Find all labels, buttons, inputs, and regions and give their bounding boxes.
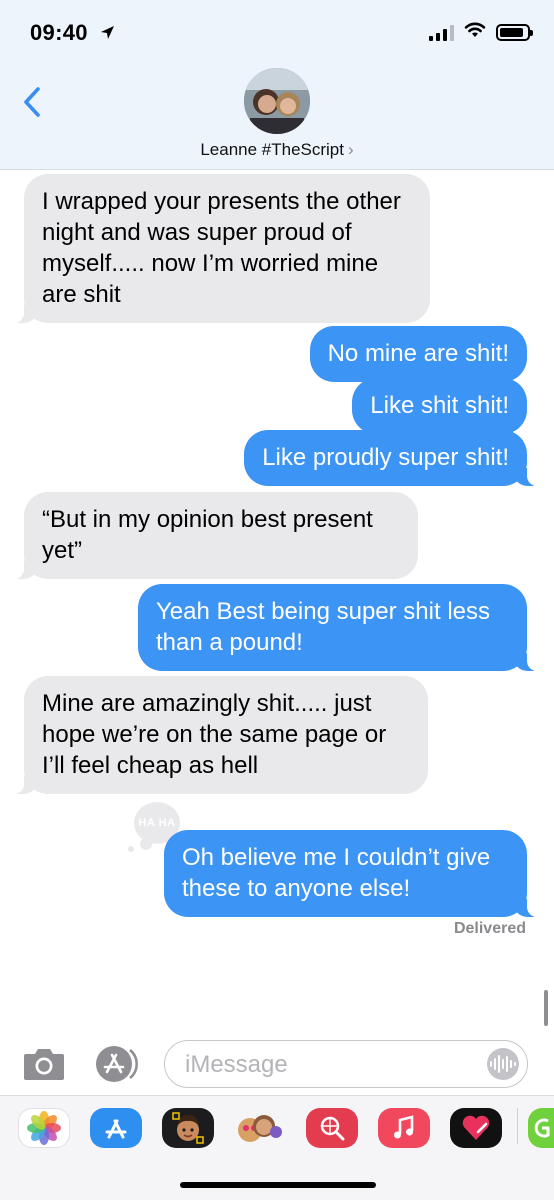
message-text: I wrapped your presents the other night … bbox=[42, 188, 401, 308]
message-text: Mine are amazingly shit..... just hope w… bbox=[42, 690, 387, 779]
status-time-text: 09:40 bbox=[30, 20, 88, 45]
app-store-icon[interactable] bbox=[90, 1108, 142, 1148]
message-outgoing[interactable]: Yeah Best being super shit less than a p… bbox=[138, 584, 539, 671]
message-outgoing[interactable]: Like shit shit! bbox=[352, 378, 527, 434]
camera-button[interactable] bbox=[22, 1046, 66, 1082]
message-text: No mine are shit! bbox=[327, 340, 509, 367]
message-text: Yeah Best being super shit less than a p… bbox=[156, 598, 490, 656]
audio-message-button[interactable] bbox=[487, 1048, 519, 1080]
web-search-icon[interactable] bbox=[306, 1108, 358, 1148]
home-indicator[interactable] bbox=[180, 1182, 376, 1188]
delivery-status: Delivered bbox=[453, 920, 526, 937]
wifi-icon bbox=[464, 22, 486, 43]
message-input-placeholder: iMessage bbox=[185, 1051, 288, 1078]
contact-name: Leanne #TheScript bbox=[200, 140, 344, 159]
contact-avatar[interactable] bbox=[244, 68, 310, 134]
signal-icon bbox=[429, 24, 454, 41]
message-input[interactable]: iMessage bbox=[164, 1040, 528, 1088]
memoji-icon[interactable] bbox=[162, 1108, 214, 1148]
chevron-right-icon: › bbox=[347, 140, 354, 159]
message-incoming[interactable]: “But in my opinion best present yet” bbox=[12, 492, 418, 579]
message-text: Like proudly super shit! bbox=[262, 444, 509, 471]
message-incoming[interactable]: Mine are amazingly shit..... just hope w… bbox=[12, 676, 428, 794]
status-time: 09:40 bbox=[30, 20, 115, 46]
photos-icon[interactable] bbox=[18, 1108, 70, 1148]
conversation-header: 09:40 Leanne #TheScript › bbox=[0, 0, 554, 170]
tray-divider bbox=[517, 1108, 518, 1144]
tapback-tail bbox=[128, 846, 134, 852]
chevron-left-icon bbox=[24, 87, 40, 117]
message-outgoing[interactable]: No mine are shit! bbox=[309, 326, 527, 382]
app-store-button[interactable] bbox=[94, 1044, 140, 1084]
app-store-icon bbox=[96, 1046, 138, 1082]
battery-icon bbox=[496, 24, 533, 41]
message-outgoing[interactable]: Like proudly super shit! bbox=[244, 430, 539, 486]
haha-icon: HA HA bbox=[138, 817, 176, 829]
message-text: Like shit shit! bbox=[370, 392, 509, 419]
message-incoming[interactable]: I wrapped your presents the other night … bbox=[12, 174, 430, 323]
partial-app-icon[interactable] bbox=[528, 1108, 554, 1148]
contact-name-button[interactable]: Leanne #TheScript › bbox=[0, 140, 554, 160]
scrollbar[interactable] bbox=[544, 990, 548, 1026]
status-icons bbox=[429, 22, 533, 43]
camera-icon bbox=[24, 1049, 64, 1080]
animoji-icon[interactable] bbox=[234, 1108, 286, 1148]
message-text: “But in my opinion best present yet” bbox=[42, 506, 373, 564]
location-arrow-icon bbox=[100, 20, 115, 46]
message-text: Oh believe me I couldn’t give these to a… bbox=[182, 844, 491, 902]
message-outgoing[interactable]: Oh believe me I couldn’t give these to a… bbox=[164, 830, 539, 917]
heart-icon[interactable] bbox=[450, 1108, 502, 1148]
music-icon[interactable] bbox=[378, 1108, 430, 1148]
back-button[interactable] bbox=[18, 84, 48, 120]
